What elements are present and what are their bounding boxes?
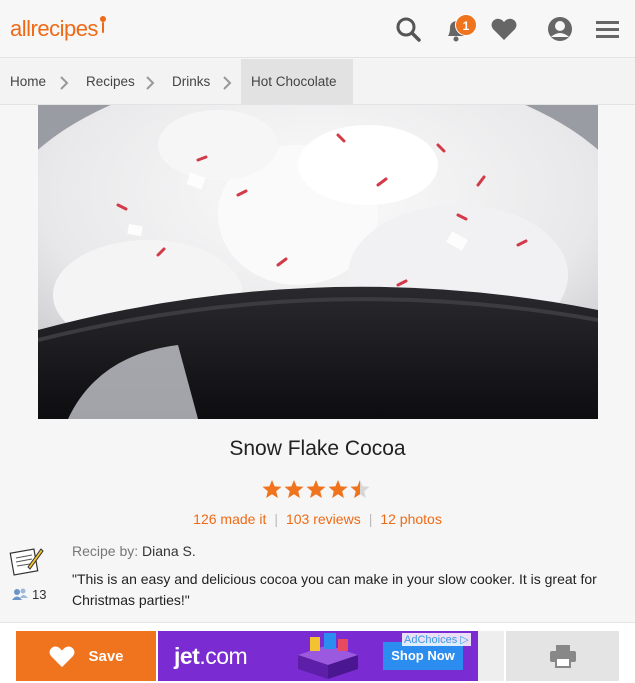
breadcrumb-recipes[interactable]: Recipes (86, 59, 135, 105)
stats-separator: | (368, 511, 373, 527)
heart-icon (50, 646, 75, 668)
people-icon (12, 588, 28, 600)
recipe-by-label: Recipe by: (72, 543, 139, 559)
rating-stars[interactable] (262, 478, 372, 500)
chevron-right-icon (60, 76, 69, 90)
printer-icon (549, 645, 576, 668)
jet-brand: jet (174, 643, 200, 669)
photos-link[interactable]: 12 photos (380, 511, 442, 527)
cocoa-mug-image (38, 105, 598, 419)
bottom-action-bar: Save jet.com Shop Now (0, 622, 635, 683)
star-full-icon (262, 480, 282, 498)
logo-text: allrecipes (10, 16, 98, 41)
star-half-icon (350, 480, 370, 498)
ad-spacer (478, 631, 504, 681)
profile-icon[interactable] (545, 14, 575, 44)
chevron-right-icon (223, 76, 232, 90)
star-full-icon (306, 480, 326, 498)
breadcrumb-hot-chocolate[interactable]: Hot Chocolate (241, 59, 353, 105)
star-full-icon (284, 480, 304, 498)
search-icon[interactable] (393, 14, 423, 44)
shop-now-button[interactable]: Shop Now (383, 642, 463, 670)
shopping-box-image (298, 633, 358, 679)
author-name[interactable]: Diana S. (142, 543, 196, 559)
reviews-link[interactable]: 103 reviews (286, 511, 361, 527)
allrecipes-logo[interactable]: allrecipes (10, 16, 106, 42)
menu-icon[interactable] (593, 14, 623, 44)
recipe-photo[interactable] (38, 105, 598, 419)
jet-logo: jet.com (174, 643, 248, 670)
recipe-by: Recipe by: Diana S. (72, 543, 196, 559)
heart-icon[interactable] (489, 14, 519, 44)
print-button[interactable] (506, 631, 619, 681)
breadcrumb-drinks[interactable]: Drinks (172, 59, 210, 105)
chevron-right-icon (146, 76, 155, 90)
made-it-link[interactable]: 126 made it (193, 511, 266, 527)
jet-brand-suffix: .com (199, 643, 248, 669)
breadcrumb-home[interactable]: Home (10, 59, 46, 105)
adchoices-label[interactable]: AdChoices ▷ (402, 633, 471, 646)
notification-badge: 1 (455, 14, 477, 36)
cook-followers[interactable]: 13 (12, 587, 46, 602)
save-button[interactable]: Save (16, 631, 156, 681)
cook-count-value: 13 (32, 587, 47, 602)
author-avatar-icon[interactable] (8, 543, 44, 577)
breadcrumb: Home Recipes Drinks Hot Chocolate (0, 59, 635, 105)
adchoices-text: AdChoices (404, 634, 458, 646)
recipe-stats: 126 made it | 103 reviews | 12 photos (0, 511, 635, 527)
stats-separator: | (274, 511, 278, 527)
recipe-title: Snow Flake Cocoa (229, 437, 406, 460)
star-full-icon (328, 480, 348, 498)
recipe-description: "This is an easy and delicious cocoa you… (72, 571, 597, 608)
site-header: allrecipes 1 (0, 0, 635, 58)
save-label: Save (88, 647, 124, 665)
logo-mark (98, 16, 106, 36)
